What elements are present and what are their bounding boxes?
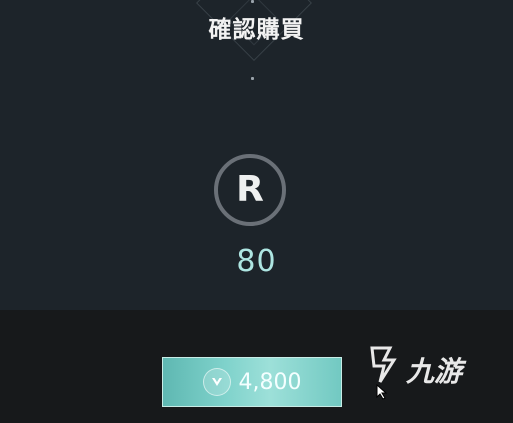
watermark-text: 九游 — [406, 355, 463, 388]
price-label: 4,800 — [238, 369, 302, 395]
mouse-cursor-icon — [376, 384, 388, 400]
ornament-dot — [251, 0, 254, 3]
valorant-points-icon — [202, 368, 231, 396]
dialog-title: 確認購買 — [208, 17, 305, 43]
currency-letter: R — [236, 169, 264, 210]
purchase-button[interactable]: 4,800 — [162, 357, 342, 407]
radianite-icon: R — [214, 154, 286, 226]
ornament-dot — [251, 77, 254, 80]
item-amount: 80 — [236, 244, 277, 279]
